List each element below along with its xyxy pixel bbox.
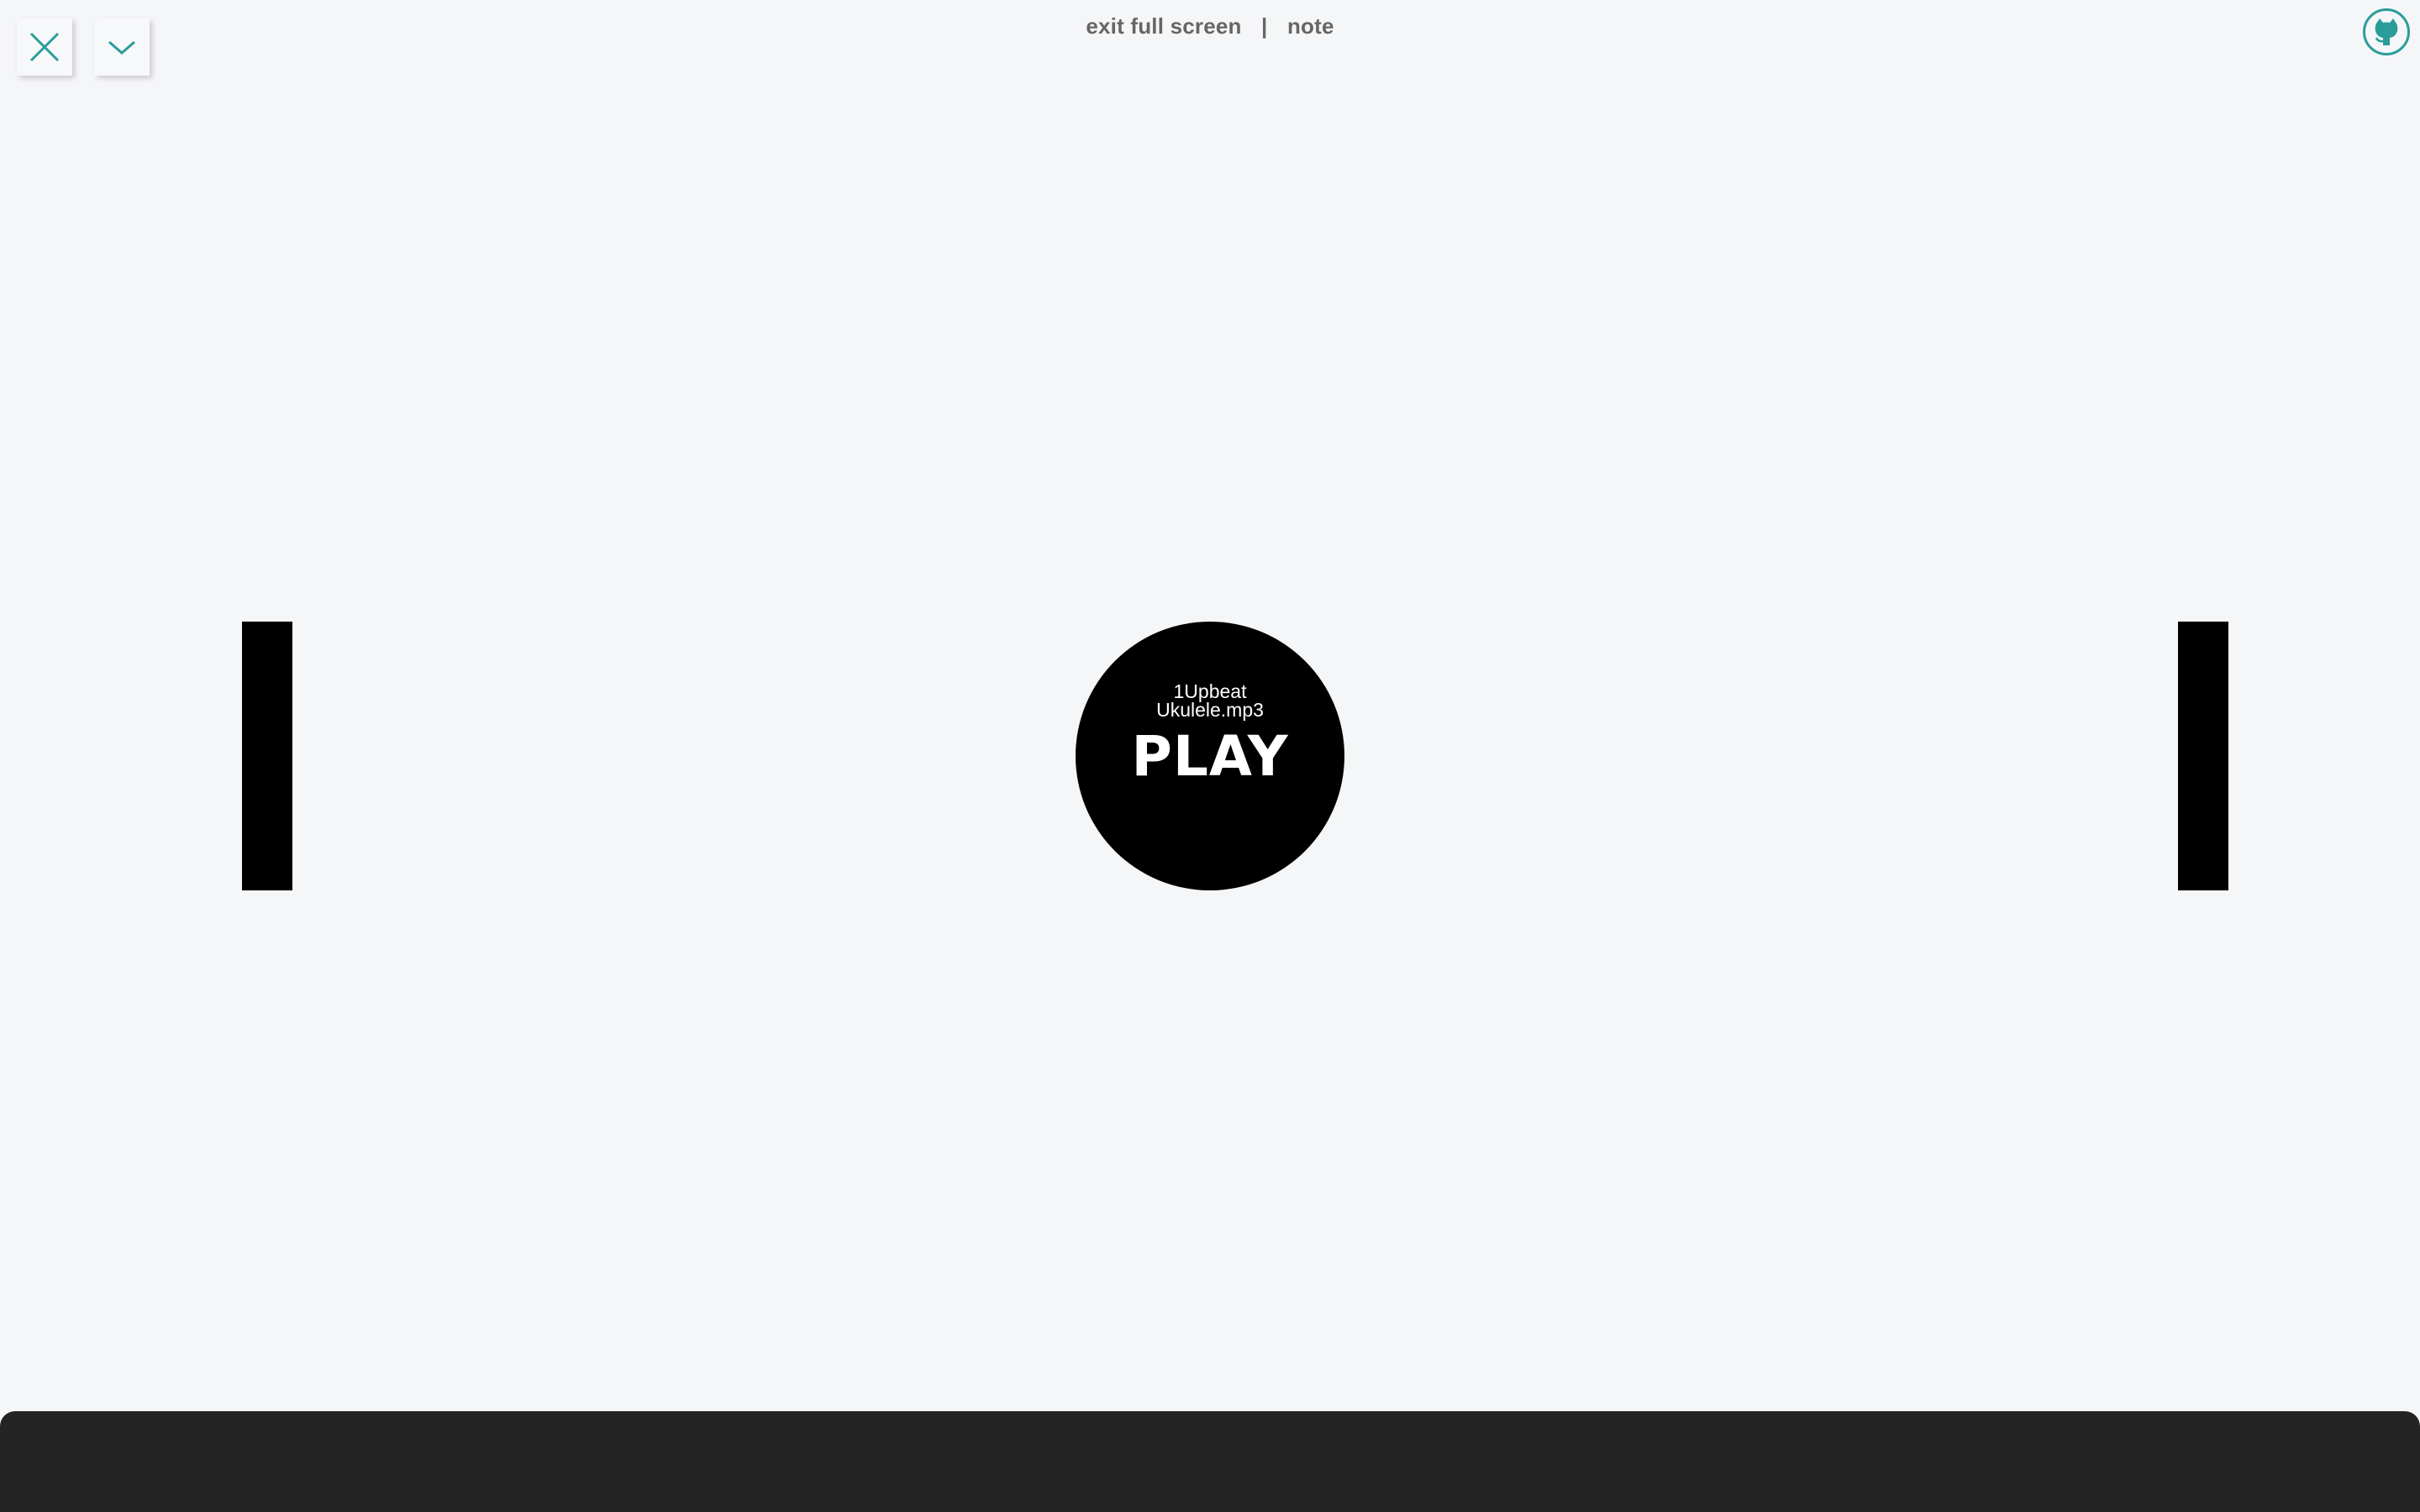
left-paddle	[242, 622, 292, 890]
play-ball-button[interactable]: 1Upbeat Ukulele.mp3 PLAY	[1076, 622, 1344, 890]
chevron-down-icon	[108, 40, 135, 55]
play-label: PLAY	[1131, 724, 1289, 789]
track-name-line1: 1Upbeat	[1173, 680, 1247, 702]
right-paddle	[2178, 622, 2228, 890]
top-links: exit full screen | note	[0, 13, 2420, 39]
link-separator: |	[1261, 13, 1268, 39]
github-link[interactable]	[2363, 8, 2410, 55]
track-name-line2: Ukulele.mp3	[1156, 699, 1264, 721]
track-name: 1Upbeat Ukulele.mp3	[1109, 680, 1311, 721]
game-stage: exit full screen | note 1Upbeat Ukulele.…	[0, 0, 2420, 1512]
github-icon	[2375, 18, 2398, 45]
bottom-bar	[0, 1411, 2420, 1512]
note-link[interactable]: note	[1287, 13, 1334, 39]
exit-full-screen-link[interactable]: exit full screen	[1086, 13, 1241, 39]
